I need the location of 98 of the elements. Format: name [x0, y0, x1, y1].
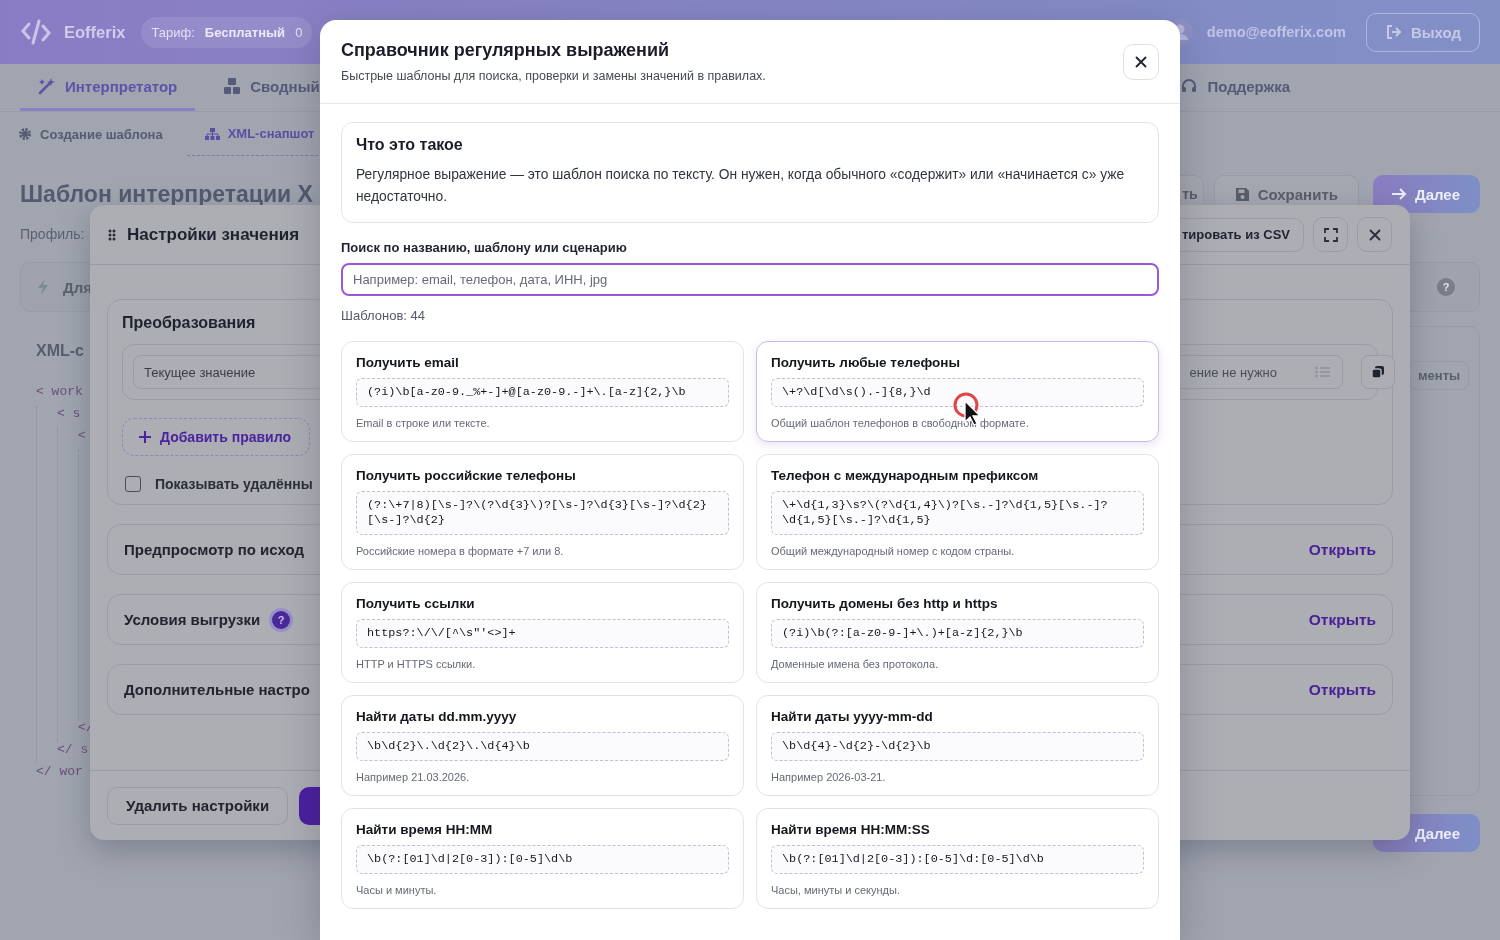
- plan-label: Тариф:: [151, 24, 195, 40]
- sub-tab[interactable]: Создание шаблона: [18, 112, 163, 156]
- template-card[interactable]: Получить ссылки https?:\/\/[^\s"'<>]+ HTTP и HTTPS ссылки.: [341, 582, 744, 683]
- search-field[interactable]: Например: email, телефон, дата, ИНН, jpg: [341, 263, 1159, 296]
- open-link[interactable]: Открыть: [1308, 680, 1376, 699]
- plan-name: Бесплатный: [204, 24, 286, 40]
- template-card[interactable]: Получить email (?i)\b[a-z0-9._%+-]+@[a-z0-9.-]+\.[a-z]{2,}\b Email в строке или тексте.: [341, 341, 744, 442]
- regex-pattern: \+\d{1,3}\s?\(?\d{1,4}\)?[\s.-]?\d{1,5}[\s.-]?\d{1,5}[\s.-]?\d{1,5}: [771, 491, 1144, 535]
- close-icon: [1368, 228, 1381, 241]
- section-title: Преобразования: [122, 314, 256, 332]
- boxes-icon: [223, 77, 242, 95]
- template-description: Часы и минуты.: [356, 884, 438, 896]
- plus-icon: [139, 431, 151, 443]
- template-description: HTTP и HTTPS ссылки.: [356, 658, 477, 670]
- template-card[interactable]: Телефон с международным префиксом \+\d{1,3}\s?\(?\d{1,4}\)?[\s.-]?\d{1,5}[\s.-]?\d{1,5}[\s.-]?\d{1,5} Общий международный номер с кодом страны.: [756, 454, 1159, 570]
- plan-count: 0: [295, 24, 303, 40]
- template-description: Например 21.03.2026.: [356, 771, 471, 783]
- section-title: Условия выгрузки: [124, 611, 261, 628]
- expand-icon: [1323, 227, 1338, 242]
- next-button[interactable]: Далее: [1372, 175, 1480, 213]
- code-line: <: [78, 428, 86, 445]
- close-button[interactable]: [1357, 217, 1392, 252]
- regex-pattern: \b(?:[01]\d|2[0-3]):[0-5]\d:[0-5]\d\b: [771, 845, 1144, 874]
- template-title: Получить домены без http и https: [771, 596, 999, 611]
- field-text: ение не нужно: [1189, 364, 1277, 380]
- template-title: Найти время HH:MM:SS: [771, 822, 931, 837]
- template-card[interactable]: Найти даты yyyy-mm-dd \b\d{4}-\d{2}-\d{2}\b Например 2026-03-21.: [756, 695, 1159, 796]
- template-title: Найти даты dd.mm.yyyy: [356, 709, 518, 724]
- help-icon[interactable]: ?: [272, 610, 291, 629]
- regex-pattern: \b\d{4}-\d{2}-\d{2}\b: [771, 732, 1144, 761]
- template-title: Найти даты yyyy-mm-dd: [771, 709, 934, 724]
- template-title: Телефон с международным префиксом: [771, 468, 1040, 483]
- list-icon: [1315, 366, 1330, 378]
- template-card[interactable]: Найти время HH:MM \b(?:[01]\d|2[0-3]):[0-5]\d\b Часы и минуты.: [341, 808, 744, 909]
- magic-wand-icon: [38, 77, 56, 95]
- app-logo-text: Eofferix: [64, 22, 126, 42]
- template-title: Получить email: [356, 355, 460, 370]
- regex-pattern: (?i)\b[a-z0-9._%+-]+@[a-z0-9.-]+\.[a-z]{2,}\b: [356, 378, 729, 407]
- checkbox[interactable]: [125, 476, 141, 492]
- template-title: Получить любые телефоны: [771, 355, 961, 370]
- open-link[interactable]: Открыть: [1308, 540, 1376, 559]
- search-label: Поиск по названию, шаблону или сценарию: [341, 240, 628, 255]
- template-title: Получить российские телефоны: [356, 468, 577, 483]
- regex-pattern: (?:\+7|8)[\s-]?\(?\d{3}\)?[\s-]?\d{3}[\s-]?\d{2}[\s-]?\d{2}: [356, 491, 729, 535]
- template-description: Доменные имена без протокола.: [771, 658, 940, 670]
- code-line: < work: [36, 384, 83, 401]
- template-description: Например 2026-03-21.: [771, 771, 887, 783]
- template-count: Шаблонов: 44: [341, 308, 426, 323]
- regex-pattern: \b(?:[01]\d|2[0-3]):[0-5]\d\b: [356, 845, 729, 874]
- page-title: Шаблон интерпретации X: [20, 180, 313, 208]
- template-title: Найти время HH:MM: [356, 822, 494, 837]
- help-icon[interactable]: ?: [1437, 278, 1455, 296]
- dialog-title: Настройки значения: [127, 224, 300, 245]
- section-title: Предпросмотр по исход: [124, 541, 304, 558]
- info-text: Регулярное выражение — это шаблон поиска по тексту. Он нужен, когда обычного «содержит» или «начинается с» уже недостаточно.: [356, 166, 1126, 206]
- open-link[interactable]: Открыть: [1308, 610, 1376, 629]
- info-title: Что это такое: [356, 136, 464, 154]
- template-description: Часы, минуты и секунды.: [771, 884, 901, 896]
- template-description: Email в строке или тексте.: [356, 417, 491, 429]
- arrow-right-icon: [1390, 187, 1407, 201]
- expand-button[interactable]: [1313, 217, 1348, 252]
- code-line: </ s: [57, 742, 89, 759]
- regex-pattern: (?i)\b(?:[a-z0-9-]+\.)+[a-z]{2,}\b: [771, 619, 1144, 648]
- lightning-icon: [37, 279, 49, 295]
- profile-label: Профиль:: [20, 226, 85, 244]
- checkbox-label: Показывать удалённы: [155, 476, 313, 492]
- gear-icon: [18, 127, 32, 141]
- add-rule-button[interactable]: Добавить правило: [122, 418, 310, 456]
- drag-handle-icon: [108, 228, 116, 241]
- template-card[interactable]: Получить российские телефоны (?:\+7|8)[\s-]?\(?\d{3}\)?[\s-]?\d{3}[\s-]?\d{2}[\s-]?\d{2} Российские номера в формате +7 или 8.: [341, 454, 744, 570]
- modal-subtitle: Быстрые шаблоны для поиска, проверки и замены значений в правилах.: [341, 69, 766, 83]
- code-line: < s: [57, 406, 81, 423]
- template-title: Получить ссылки: [356, 596, 476, 611]
- template-card[interactable]: Получить домены без http и https (?i)\b(?:[a-z0-9-]+\.)+[a-z]{2,}\b Доменные имена без протокола.: [756, 582, 1159, 683]
- template-description: Российские номера в формате +7 или 8.: [356, 545, 565, 557]
- headset-icon: [1180, 77, 1199, 95]
- logout-icon: [1384, 24, 1403, 40]
- close-icon: [1135, 55, 1147, 68]
- template-card[interactable]: Найти время HH:MM:SS \b(?:[01]\d|2[0-3]):[0-5]\d:[0-5]\d\b Часы, минуты и секунды.: [756, 808, 1159, 909]
- hierarchy-icon: [204, 126, 220, 141]
- copy-icon: [1371, 365, 1385, 379]
- xml-heading: XML-с: [36, 342, 84, 360]
- user-email: demo@eofferix.com: [1206, 24, 1346, 40]
- regex-pattern: \b\d{2}\.\d{2}\.\d{4}\b: [356, 732, 729, 761]
- template-description: Общий международный номер с кодом страны.: [771, 545, 1016, 557]
- regex-pattern: \+?\d[\d\s().-]{8,}\d: [771, 378, 1144, 407]
- template-card[interactable]: Найти даты dd.mm.yyyy \b\d{2}\.\d{2}\.\d{4}\b Например 21.03.2026.: [341, 695, 744, 796]
- modal-title: Справочник регулярных выражений: [341, 40, 671, 61]
- nav-tab[interactable]: Поддержка: [1162, 64, 1308, 111]
- copy-button[interactable]: [1361, 355, 1395, 389]
- section-title: Дополнительные настро: [124, 681, 310, 698]
- delete-settings-button[interactable]: Удалить настройки: [107, 786, 289, 825]
- code-line: </ wor: [36, 764, 83, 781]
- nav-tab[interactable]: Сводный: [205, 64, 320, 111]
- code-slash-icon: [20, 19, 52, 45]
- regex-pattern: https?:\/\/[^\s"'<>]+: [356, 619, 729, 648]
- nav-tab[interactable]: Интерпретатор: [20, 64, 196, 111]
- sub-tab[interactable]: XML-снапшот: [186, 112, 319, 156]
